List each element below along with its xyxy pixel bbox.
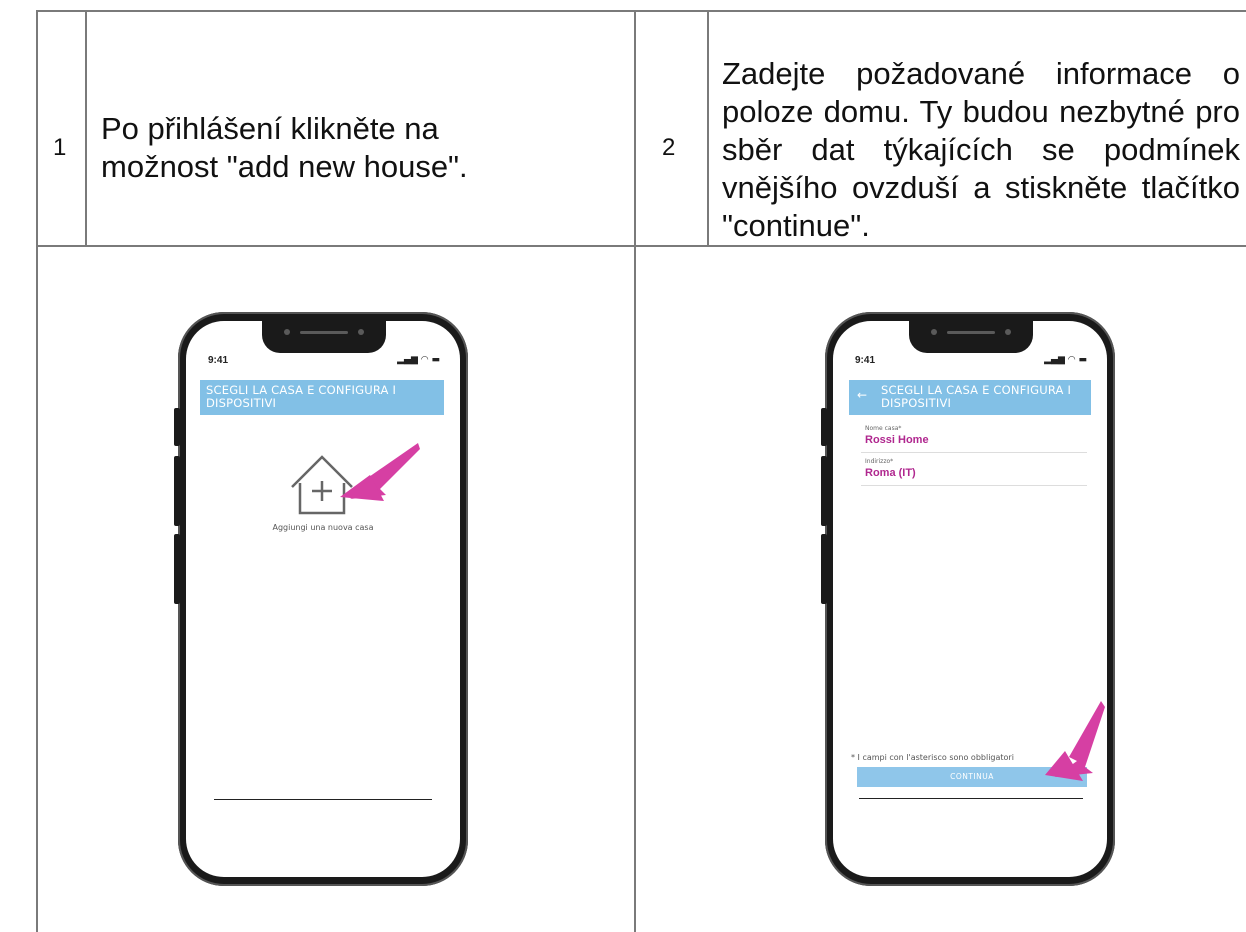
- field-underline: [861, 452, 1087, 453]
- phone-side-button: [821, 456, 827, 526]
- house-name-label: Nome casa*: [865, 425, 902, 432]
- field-underline: [861, 485, 1087, 486]
- wifi-icon: ◠: [1067, 355, 1076, 365]
- status-time: 9:41: [855, 355, 876, 366]
- camera-dot: [1005, 329, 1011, 335]
- camera-dot: [284, 329, 290, 335]
- phone-side-button: [821, 534, 827, 604]
- step-2-text: Zadejte požadované informace o poloze do…: [722, 56, 1240, 243]
- app-header: ← SCEGLI LA CASA E CONFIGURA I DISPOSITI…: [849, 380, 1091, 415]
- phone-side-button: [821, 408, 827, 446]
- phone-screen: 9:41 ▂▄▆ ◠ ▬ SCEGLI LA CASA E CONFIGURA …: [186, 321, 460, 877]
- house-name-input[interactable]: Rossi Home: [865, 434, 929, 446]
- phone-notch: [909, 321, 1033, 353]
- phone-side-button: [174, 456, 180, 526]
- phone-screen: 9:41 ▂▄▆ ◠ ▬ ← SCEGLI LA CASA E CONFIGUR…: [833, 321, 1107, 877]
- address-input[interactable]: Roma (IT): [865, 467, 916, 479]
- speaker-grille: [300, 331, 348, 334]
- table-border-mid: [36, 245, 1246, 247]
- address-label: Indirizzo*: [865, 458, 894, 465]
- phone-notch: [262, 321, 386, 353]
- home-indicator: [214, 799, 432, 800]
- signal-icon: ▂▄▆: [1044, 355, 1065, 365]
- app-header-title: SCEGLI LA CASA E CONFIGURA I DISPOSITIVI: [881, 383, 1072, 410]
- app-header: SCEGLI LA CASA E CONFIGURA I DISPOSITIVI: [200, 380, 444, 415]
- table-border-left: [36, 10, 38, 932]
- table-divider-num2: [707, 10, 709, 246]
- battery-icon: ▬: [1078, 355, 1087, 365]
- step-number-2: 2: [662, 134, 676, 161]
- status-icons: ▂▄▆ ◠ ▬: [397, 355, 440, 365]
- add-house-caption: Aggiungi una nuova casa: [272, 523, 374, 532]
- camera-dot: [358, 329, 364, 335]
- home-indicator: [859, 798, 1083, 799]
- table-divider-center: [634, 10, 636, 932]
- speaker-grille: [947, 331, 995, 334]
- signal-icon: ▂▄▆: [397, 355, 418, 365]
- table-divider-num1: [85, 10, 87, 246]
- phone-side-button: [174, 408, 180, 446]
- step-number-1: 1: [53, 134, 67, 161]
- wifi-icon: ◠: [420, 355, 429, 365]
- pointer-arrow-icon: [1045, 701, 1105, 781]
- battery-icon: ▬: [431, 355, 440, 365]
- camera-dot: [931, 329, 937, 335]
- table-border-top: [36, 10, 1246, 12]
- status-time: 9:41: [208, 355, 229, 366]
- status-icons: ▂▄▆ ◠ ▬: [1044, 355, 1087, 365]
- phone-mockup-2: 9:41 ▂▄▆ ◠ ▬ ← SCEGLI LA CASA E CONFIGUR…: [821, 312, 1115, 886]
- back-arrow-icon[interactable]: ←: [857, 389, 867, 402]
- required-fields-note: * I campi con l'asterisco sono obbligato…: [851, 753, 1014, 762]
- pointer-arrow-icon: [340, 443, 420, 501]
- phone-side-button: [174, 534, 180, 604]
- step-1-text: Po přihlášení klikněte na možnost "add n…: [101, 111, 468, 184]
- phone-mockup-1: 9:41 ▂▄▆ ◠ ▬ SCEGLI LA CASA E CONFIGURA …: [174, 312, 468, 886]
